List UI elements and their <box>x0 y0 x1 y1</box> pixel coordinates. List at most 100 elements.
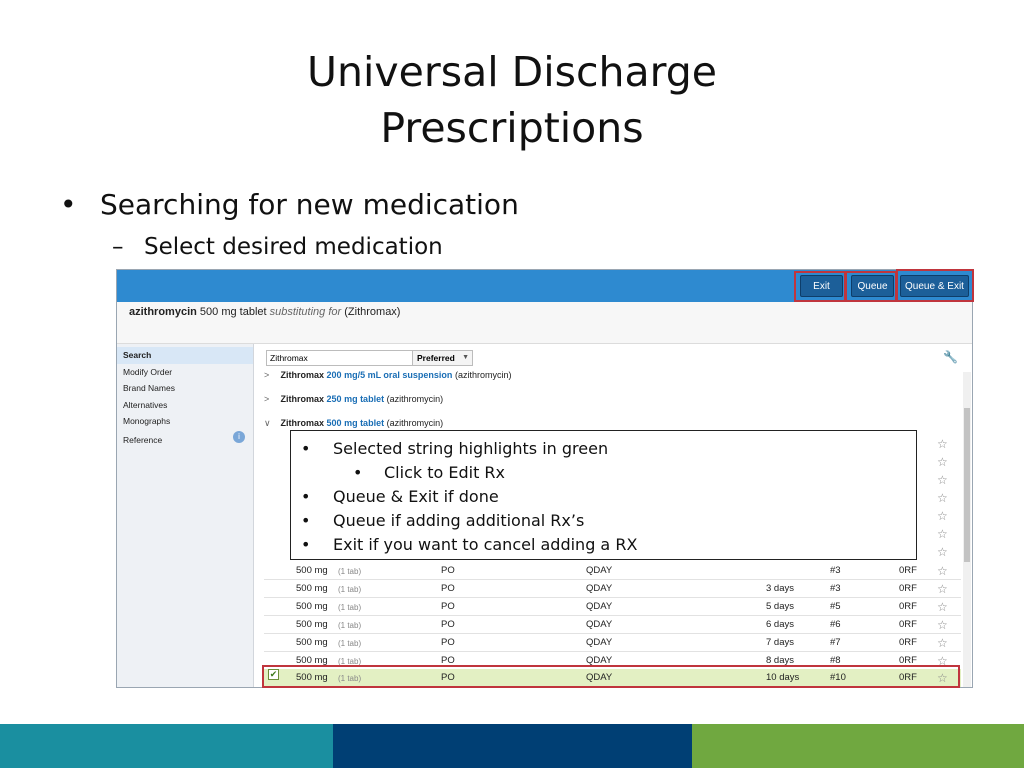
footer-band-green <box>692 724 1024 768</box>
nav-modify-order[interactable]: Modify Order <box>117 364 253 381</box>
queue-exit-button[interactable]: Queue & Exit <box>900 275 969 297</box>
star-icon[interactable]: ☆ <box>937 491 948 505</box>
nav-brand-names[interactable]: Brand Names <box>117 380 253 397</box>
main-bullet-text: Searching for new medication <box>100 188 519 221</box>
scrollbar[interactable] <box>963 372 971 687</box>
duration: 10 days <box>766 672 800 683</box>
bullet-dot: • <box>301 511 311 530</box>
result-brand: Zithromax <box>280 370 325 380</box>
callout-line: Selected string highlights in green <box>333 439 609 458</box>
route: PO <box>441 601 455 612</box>
nav-monographs[interactable]: Monographs <box>117 413 253 430</box>
wrench-icon[interactable]: 🔧 <box>943 350 958 364</box>
header-original: (Zithromax) <box>344 306 401 318</box>
star-icon[interactable]: ☆ <box>937 562 948 580</box>
result-row[interactable]: > Zithromax 200 mg/5 mL oral suspension … <box>264 367 511 384</box>
frequency: QDAY <box>586 601 613 612</box>
dose-unit: (1 tab) <box>338 603 362 612</box>
result-strength: 200 mg/5 mL oral suspension <box>326 370 453 380</box>
quantity: #3 <box>830 565 841 576</box>
search-input[interactable]: Zithromax <box>266 350 414 366</box>
duration: 7 days <box>766 637 794 648</box>
header-substitute: substituting for <box>269 306 342 318</box>
quantity: #5 <box>830 601 841 612</box>
frequency: QDAY <box>586 583 613 594</box>
footer-band-teal <box>0 724 333 768</box>
sub-bullet-text: Select desired medication <box>144 234 443 260</box>
dose-row[interactable]: 500 mg (1 tab) PO QDAY 5 days #5 0RF ☆ <box>264 598 961 616</box>
route: PO <box>441 637 455 648</box>
nav-alternatives[interactable]: Alternatives <box>117 397 253 414</box>
star-icon[interactable]: ☆ <box>937 580 948 598</box>
left-nav: Search Modify Order Brand Names Alternat… <box>117 344 254 687</box>
route: PO <box>441 655 455 666</box>
star-icon[interactable]: ☆ <box>937 652 948 670</box>
star-icon[interactable]: ☆ <box>937 473 948 487</box>
result-generic: (azithromycin) <box>386 418 444 428</box>
dose-unit: (1 tab) <box>338 567 362 576</box>
star-icon[interactable]: ☆ <box>937 669 948 687</box>
dose: 500 mg <box>296 655 328 666</box>
footer-band-navy <box>333 724 692 768</box>
dose-row-selected[interactable]: ✔ 500 mg (1 tab) PO QDAY 10 days #10 0RF… <box>264 669 961 687</box>
preferred-select[interactable]: Preferred ▼ <box>412 350 473 366</box>
frequency: QDAY <box>586 619 613 630</box>
chevron-down-icon: ∨ <box>264 418 271 428</box>
dose: 500 mg <box>296 601 328 612</box>
dose: 500 mg <box>296 619 328 630</box>
dose-row[interactable]: 500 mg (1 tab) PO QDAY #3 0RF ☆ <box>264 562 961 580</box>
dose-unit: (1 tab) <box>338 621 362 630</box>
route: PO <box>441 619 455 630</box>
bullet-dot: • <box>353 463 363 482</box>
result-row[interactable]: > Zithromax 250 mg tablet (azithromycin) <box>264 391 443 408</box>
star-icon[interactable]: ☆ <box>937 616 948 634</box>
info-icon[interactable]: i <box>233 431 245 443</box>
refills: 0RF <box>899 619 917 630</box>
dose-row[interactable]: 500 mg (1 tab) PO QDAY 8 days #8 0RF ☆ <box>264 652 961 670</box>
bullet-dot: • <box>60 188 77 221</box>
bullet-dot: • <box>301 439 311 458</box>
dose: 500 mg <box>296 672 328 683</box>
chevron-right-icon: > <box>264 394 270 404</box>
chevron-right-icon: > <box>264 370 270 380</box>
callout-line: Click to Edit Rx <box>384 463 506 482</box>
callout-line: Exit if you want to cancel adding a RX <box>333 535 638 554</box>
result-strength: 500 mg tablet <box>326 418 385 428</box>
dose-unit: (1 tab) <box>338 585 362 594</box>
bullet-dot: • <box>301 487 311 506</box>
scrollbar-thumb[interactable] <box>964 408 970 562</box>
exit-button[interactable]: Exit <box>800 275 843 297</box>
refills: 0RF <box>899 601 917 612</box>
callout-box: • Selected string highlights in green • … <box>290 430 917 560</box>
refills: 0RF <box>899 655 917 666</box>
header-strength: 500 mg tablet <box>199 306 267 318</box>
checkbox-checked-icon[interactable]: ✔ <box>268 669 279 680</box>
chevron-down-icon: ▼ <box>462 354 469 361</box>
frequency: QDAY <box>586 637 613 648</box>
result-generic: (azithromycin) <box>454 370 512 380</box>
refills: 0RF <box>899 565 917 576</box>
duration: 5 days <box>766 601 794 612</box>
star-icon[interactable]: ☆ <box>937 455 948 469</box>
refills: 0RF <box>899 637 917 648</box>
dose-row[interactable]: 500 mg (1 tab) PO QDAY 7 days #7 0RF ☆ <box>264 634 961 652</box>
star-icon[interactable]: ☆ <box>937 527 948 541</box>
star-icon[interactable]: ☆ <box>937 437 948 451</box>
star-icon[interactable]: ☆ <box>937 598 948 616</box>
quantity: #6 <box>830 619 841 630</box>
dose-unit: (1 tab) <box>338 639 362 648</box>
star-icon[interactable]: ☆ <box>937 545 948 559</box>
header-drug: azithromycin <box>129 306 197 318</box>
nav-search[interactable]: Search <box>117 347 253 364</box>
frequency: QDAY <box>586 655 613 666</box>
queue-button[interactable]: Queue <box>851 275 894 297</box>
route: PO <box>441 672 455 683</box>
dose-row[interactable]: 500 mg (1 tab) PO QDAY 3 days #3 0RF ☆ <box>264 580 961 598</box>
slide-title: Universal Discharge Prescriptions <box>0 44 1024 156</box>
quantity: #3 <box>830 583 841 594</box>
star-icon[interactable]: ☆ <box>937 509 948 523</box>
dose-row[interactable]: 500 mg (1 tab) PO QDAY 6 days #6 0RF ☆ <box>264 616 961 634</box>
dash-marker: – <box>112 234 124 260</box>
dose-unit: (1 tab) <box>338 674 362 683</box>
star-icon[interactable]: ☆ <box>937 634 948 652</box>
